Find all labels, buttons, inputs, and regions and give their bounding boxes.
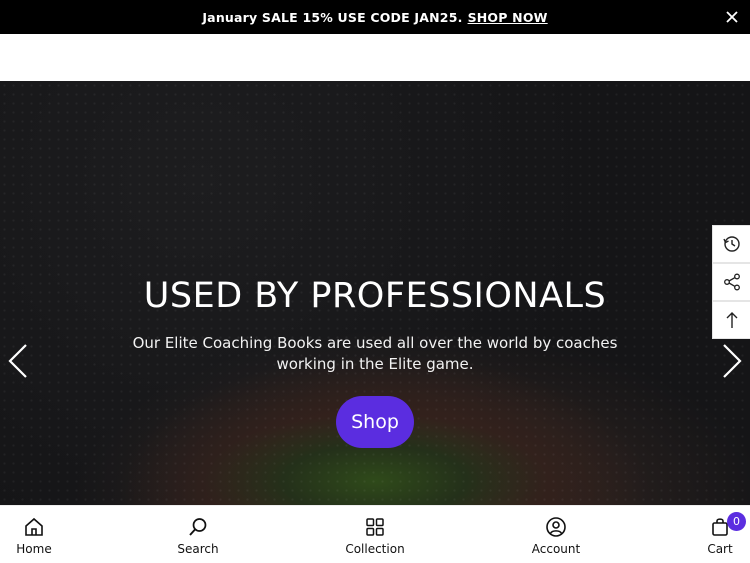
recently-viewed-button[interactable] [712, 225, 750, 263]
nav-cart-label: Cart [707, 542, 733, 556]
shop-now-link[interactable]: SHOP NOW [468, 10, 548, 25]
share-icon [723, 273, 740, 291]
cart-count-badge: 0 [727, 512, 746, 531]
site-header [0, 34, 750, 81]
nav-search-label: Search [177, 542, 219, 556]
share-button[interactable] [712, 263, 750, 301]
nav-account-label: Account [531, 542, 581, 556]
collection-grid-icon [366, 518, 384, 536]
nav-collection-label: Collection [345, 542, 405, 556]
close-icon[interactable] [724, 9, 740, 25]
nav-home[interactable]: Home [0, 516, 79, 556]
announcement-bar: January SALE 15% USE CODE JAN25. SHOP NO… [0, 0, 750, 34]
hero-subtitle: Our Elite Coaching Books are used all ov… [132, 334, 618, 373]
account-icon [546, 517, 566, 537]
hero-title: USED BY PROFESSIONALS [143, 276, 607, 316]
shop-button[interactable]: Shop [336, 396, 414, 448]
bottom-navigation: Home Search Collection Account 0 Cart [0, 505, 750, 563]
back-to-top-icon [726, 312, 737, 328]
nav-cart[interactable]: 0 Cart [675, 512, 750, 556]
previous-slide-arrow-icon[interactable] [6, 343, 30, 379]
hero-banner: USED BY PROFESSIONALS Our Elite Coaching… [0, 81, 750, 505]
nav-home-label: Home [16, 542, 52, 556]
recently-viewed-icon [722, 236, 740, 252]
back-to-top-button[interactable] [712, 301, 750, 339]
search-icon [189, 518, 207, 536]
next-slide-arrow-icon[interactable] [720, 343, 744, 379]
side-toolbar [712, 225, 750, 339]
home-icon [25, 517, 43, 536]
nav-account[interactable]: Account [511, 516, 601, 556]
nav-search[interactable]: Search [153, 516, 243, 556]
announcement-text: January SALE 15% USE CODE JAN25. [202, 9, 463, 25]
nav-collection[interactable]: Collection [330, 516, 420, 556]
